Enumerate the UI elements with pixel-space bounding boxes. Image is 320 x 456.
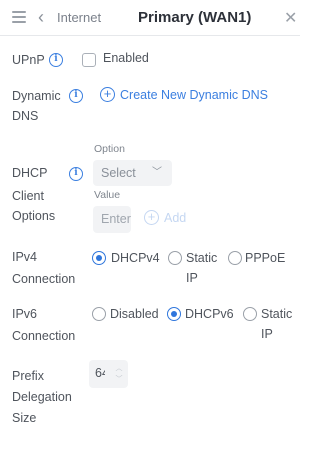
hamburger-menu-icon[interactable]	[12, 11, 26, 23]
option-select[interactable]: Select ﹀	[93, 160, 172, 186]
chevron-down-icon: ﹀	[152, 167, 162, 178]
upnp-enabled-checkbox[interactable]	[82, 53, 96, 67]
ipv4-label-line1: IPv4	[12, 250, 38, 264]
option-select-value: Select	[101, 166, 136, 180]
option-caption: Option	[94, 143, 125, 155]
add-option-button[interactable]: + Add	[144, 210, 186, 225]
stepper-arrows: ︿ ﹀	[114, 363, 124, 385]
dynamic-dns-label-line2: DNS	[12, 109, 39, 123]
chevron-down-icon[interactable]: ﹀	[114, 374, 124, 385]
dhcp-label-line3: Options	[12, 209, 56, 223]
ipv6-label-line1: IPv6	[12, 307, 38, 321]
ipv4-pppoe-label: PPPoE	[245, 251, 286, 265]
prefix-size-stepper[interactable]: 64 ︿ ﹀	[89, 360, 128, 388]
info-icon[interactable]: i	[69, 167, 83, 181]
top-bar: ‹ Internet Primary (WAN1) ✕	[0, 0, 300, 36]
info-icon[interactable]: i	[69, 89, 83, 103]
ipv6-static-radio[interactable]	[243, 307, 257, 321]
ipv6-disabled-radio[interactable]	[92, 307, 106, 321]
ipv4-static-label: Static	[186, 251, 218, 265]
ipv6-static-label: Static	[261, 307, 293, 321]
ipv6-dhcpv6-label: DHCPv6	[185, 307, 234, 321]
add-option-label: Add	[164, 210, 187, 225]
ipv4-static-label-line2: IP	[186, 271, 198, 285]
info-icon[interactable]: i	[49, 53, 63, 67]
prefix-label-line3: Size	[12, 411, 37, 425]
plus-circle-icon: +	[100, 87, 115, 102]
ipv4-dhcpv4-label: DHCPv4	[111, 251, 160, 265]
chevron-up-icon[interactable]: ︿	[114, 363, 124, 374]
dhcp-label-line1: DHCP	[12, 166, 48, 180]
page-title: Primary (WAN1)	[138, 9, 252, 26]
ipv4-dhcpv4-radio[interactable]	[92, 251, 106, 265]
ipv4-static-radio[interactable]	[168, 251, 182, 265]
value-input[interactable]: Enter value	[93, 206, 131, 233]
ipv6-disabled-label: Disabled	[110, 307, 159, 321]
close-icon[interactable]: ✕	[284, 8, 297, 28]
upnp-enabled-label: Enabled	[103, 51, 149, 65]
ipv4-pppoe-radio[interactable]	[228, 251, 242, 265]
upnp-label: UPnP	[12, 53, 45, 67]
ipv6-label-line2: Connection	[12, 329, 76, 343]
ipv4-label-line2: Connection	[12, 272, 76, 286]
create-dynamic-dns-link[interactable]: + Create New Dynamic DNS	[100, 87, 268, 102]
value-caption: Value	[94, 189, 121, 201]
ipv6-static-label-line2: IP	[261, 327, 273, 341]
prefix-size-value: 64	[95, 366, 105, 380]
ipv6-dhcpv6-radio[interactable]	[167, 307, 181, 321]
plus-circle-icon: +	[144, 210, 159, 225]
create-dynamic-dns-text: Create New Dynamic DNS	[120, 87, 268, 102]
breadcrumb-internet[interactable]: Internet	[57, 10, 101, 25]
chevron-left-icon[interactable]: ‹	[38, 8, 44, 26]
